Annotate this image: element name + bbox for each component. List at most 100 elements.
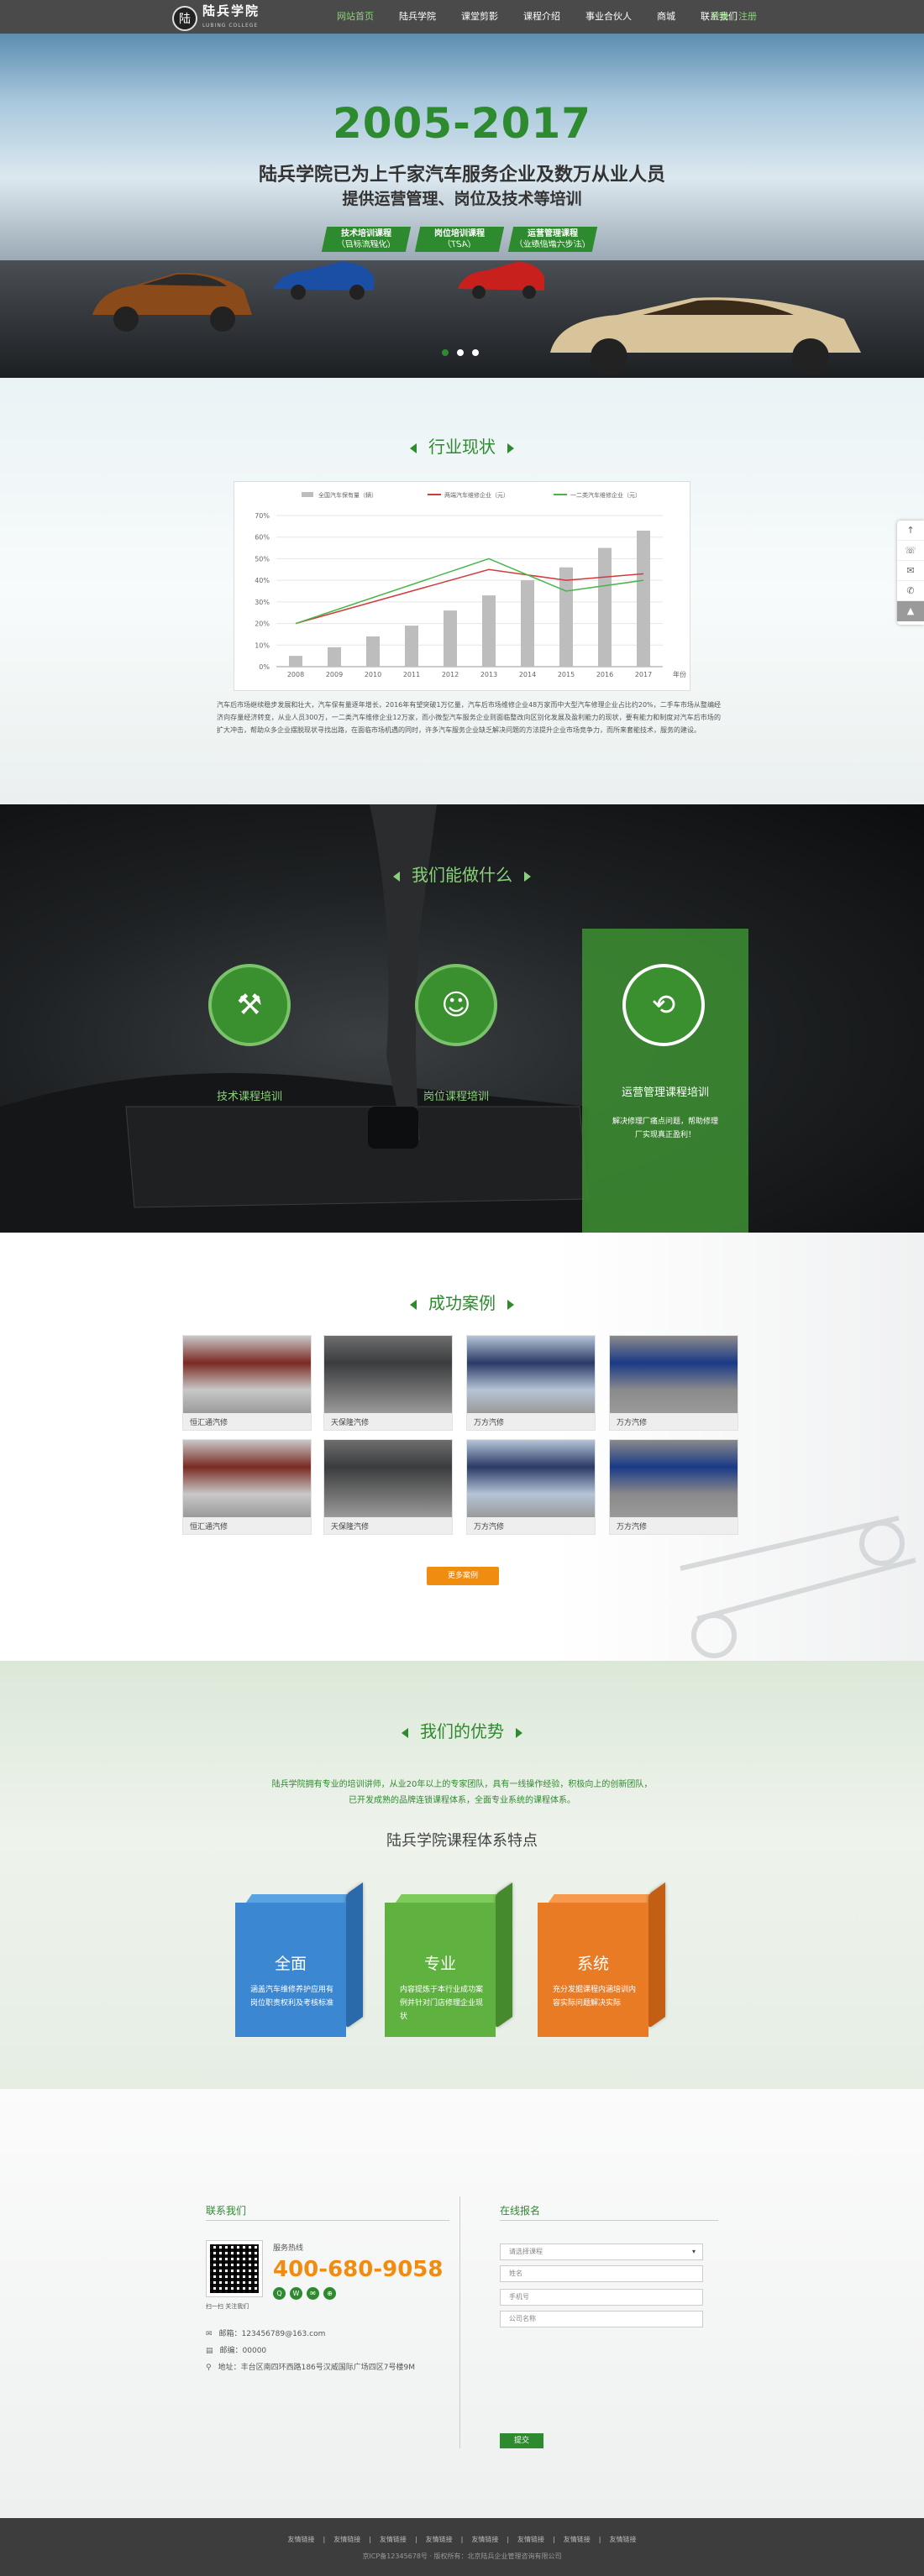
scroll-top-icon[interactable]: ▲ — [897, 601, 924, 621]
feature-cube-title: 全面 — [274, 1955, 307, 1973]
signup-title: 在线报名 — [500, 2205, 541, 2217]
top-nav: 陆 陆兵学院 LUBING COLLEGE 网站首页 陆兵学院 课堂剪影 课程介… — [0, 0, 924, 34]
advantage-section: 我们的优势 陆兵学院拥有专业的培训讲师，从业20年以上的专家团队，具有一线操作经… — [0, 1661, 924, 2089]
case-card[interactable]: 万方汽修 — [466, 1439, 596, 1535]
feature-cube: 系统 充分发掘课程内涵培训内容实际问题解决实际 — [538, 1877, 665, 2037]
phone-icon[interactable]: ☏ — [897, 541, 924, 561]
nav-home[interactable]: 网站首页 — [324, 0, 386, 34]
course-select[interactable]: 请选择课程 ▾ — [500, 2244, 703, 2260]
industry-paragraph: 汽车后市场继续稳步发展和壮大，汽车保有量逐年增长，2016年有望突破1万亿量，汽… — [217, 701, 721, 734]
case-caption: 万方汽修 — [474, 1419, 505, 1427]
chevron-down-icon: ▾ — [691, 2248, 696, 2255]
case-card[interactable]: 恒汇通汽修 — [182, 1439, 312, 1535]
more-cases-button[interactable]: 更多案例 — [427, 1567, 499, 1585]
x-tick-label: 2017 — [635, 671, 652, 678]
contact-zip: ▤ 邮编：00000 — [206, 2347, 267, 2355]
feature-cube-desc: 涵盖汽车维修养护应用有岗位职责权利及考核标准 — [250, 1986, 334, 2008]
x-tick-label: 2011 — [403, 671, 420, 678]
phone-input[interactable]: 手机号 — [500, 2289, 703, 2306]
hero-tag-operation[interactable]: 运营管理课程 （业绩倍增六步法） — [507, 227, 598, 252]
x-axis-label: 年份 — [673, 670, 686, 678]
nav-partner[interactable]: 事业合伙人 — [573, 0, 644, 34]
wechat-icon[interactable]: ✉ — [307, 2287, 319, 2300]
y-tick-label: 50% — [255, 555, 270, 563]
car-brown-image — [92, 272, 252, 332]
person-icon[interactable]: ☺ — [415, 964, 497, 1046]
hero-tag-position[interactable]: 岗位培训课程 （TSA） — [414, 227, 505, 252]
case-photo — [183, 1336, 311, 1413]
industry-chart-svg: 0% 10% 20% 30% 40% 50% 60% 70% 2008 2009 2010 2011 2… — [255, 491, 686, 678]
case-caption: 天保隆汽修 — [331, 1523, 370, 1531]
main-menu: 网站首页 陆兵学院 课堂剪影 课程介绍 事业合伙人 商城 联系我们 — [324, 0, 750, 34]
case-caption: 万方汽修 — [474, 1523, 505, 1531]
logo[interactable]: 陆 陆兵学院 LUBING COLLEGE — [172, 3, 260, 34]
footer-copyright: 京ICP备12345678号 · 版权所有：北京陆兵企业管理咨询有限公司 — [362, 2552, 562, 2560]
hero-subheadline: 提供运营管理、岗位及技术等培训 — [342, 190, 582, 208]
hotline-label: 服务热线 — [273, 2244, 304, 2253]
case-caption: 恒汇通汽修 — [190, 1419, 228, 1427]
car-convertible-image — [550, 297, 861, 375]
bar — [366, 636, 380, 667]
message-icon[interactable]: ✉ — [897, 561, 924, 581]
case-card[interactable]: 天保隆汽修 — [323, 1439, 453, 1535]
company-input[interactable]: 公司名称 — [500, 2311, 703, 2327]
carousel-dot-2[interactable] — [457, 349, 464, 356]
carousel-dot-3[interactable] — [472, 349, 479, 356]
case-photo — [183, 1440, 311, 1517]
x-tick-label: 2014 — [519, 671, 536, 678]
case-card[interactable]: 万方汽修 — [609, 1335, 738, 1431]
share-icon[interactable]: ⊕ — [323, 2287, 336, 2300]
service-tech-label[interactable]: 技术课程培训 — [165, 1087, 333, 1103]
location-icon: ⚲ — [206, 2364, 212, 2372]
qq-icon[interactable]: Q — [273, 2287, 286, 2300]
weibo-icon[interactable]: W — [290, 2287, 302, 2300]
footer-link[interactable]: 友情链接 — [609, 2536, 636, 2543]
case-card[interactable]: 万方汽修 — [466, 1335, 596, 1431]
car-repair-icon[interactable]: ⚒ — [208, 964, 291, 1046]
case-caption: 天保隆汽修 — [331, 1419, 370, 1427]
industry-chart: 0% 10% 20% 30% 40% 50% 60% 70% 2008 2009 2010 2011 2… — [234, 481, 690, 691]
cases-title: 成功案例 — [0, 1290, 924, 1314]
y-tick-label: 40% — [255, 577, 270, 584]
nav-college[interactable]: 陆兵学院 — [386, 0, 449, 34]
back-icon[interactable]: ↑ — [897, 521, 924, 541]
case-photo — [610, 1336, 738, 1413]
course-features-heading: 陆兵学院课程体系特点 — [386, 1832, 538, 1850]
advantage-intro: 陆兵学院拥有专业的培训讲师，从业20年以上的专家团队，具有一线操作经验，积极向上… — [271, 1780, 653, 1805]
carousel-dot-1[interactable] — [442, 349, 449, 356]
case-card[interactable]: 天保隆汽修 — [323, 1335, 453, 1431]
service-operation-card[interactable]: ⟲ 运营管理课程培训 解决修理厂痛点问题，帮助修理厂实现真正盈利！ — [582, 929, 748, 1233]
bar — [482, 595, 496, 667]
footer-link[interactable]: 友情链接 — [426, 2536, 453, 2543]
chat-icon[interactable]: ✆ — [897, 581, 924, 601]
name-input[interactable]: 姓名 — [500, 2265, 703, 2282]
y-tick-label: 20% — [255, 620, 270, 628]
login-register-link[interactable]: 登录｜注册 — [711, 0, 757, 34]
nav-classroom[interactable]: 课堂剪影 — [449, 0, 511, 34]
case-photo — [610, 1440, 738, 1517]
bar — [289, 656, 302, 667]
submit-button[interactable]: 提交 — [500, 2433, 543, 2448]
nav-courses[interactable]: 课程介绍 — [511, 0, 573, 34]
footer-link[interactable]: 友情链接 — [380, 2536, 407, 2543]
service-position-label[interactable]: 岗位课程培训 — [372, 1087, 540, 1103]
case-photo — [324, 1336, 452, 1413]
footer-link[interactable]: 友情链接 — [288, 2536, 315, 2543]
nav-mall[interactable]: 商城 — [644, 0, 688, 34]
logo-subtitle: LUBING COLLEGE — [202, 23, 259, 29]
email-icon: ✉ — [206, 2330, 213, 2338]
case-caption: 万方汽修 — [617, 1523, 648, 1531]
footer-link[interactable]: 友情链接 — [564, 2536, 591, 2543]
hero-tag-tech[interactable]: 技术培训课程 （目标流程化） — [321, 227, 412, 252]
footer-link[interactable]: 友情链接 — [517, 2536, 544, 2543]
footer-link[interactable]: 友情链接 — [471, 2536, 498, 2543]
case-card[interactable]: 万方汽修 — [609, 1439, 738, 1535]
footer-link[interactable]: 友情链接 — [333, 2536, 360, 2543]
case-photo — [467, 1336, 595, 1413]
hero-banner: 2005-2017 陆兵学院已为上千家汽车服务企业及数万从业人员 提供运营管理、… — [0, 34, 924, 378]
case-photo — [324, 1440, 452, 1517]
case-card[interactable]: 恒汇通汽修 — [182, 1335, 312, 1431]
feature-cube-desc: 内容提炼于本行业成功案例并针对门店修理企业现状 — [400, 1986, 484, 2021]
case-photo — [467, 1440, 595, 1517]
legend-label: 一二类汽车维修企业（元） — [570, 491, 641, 499]
